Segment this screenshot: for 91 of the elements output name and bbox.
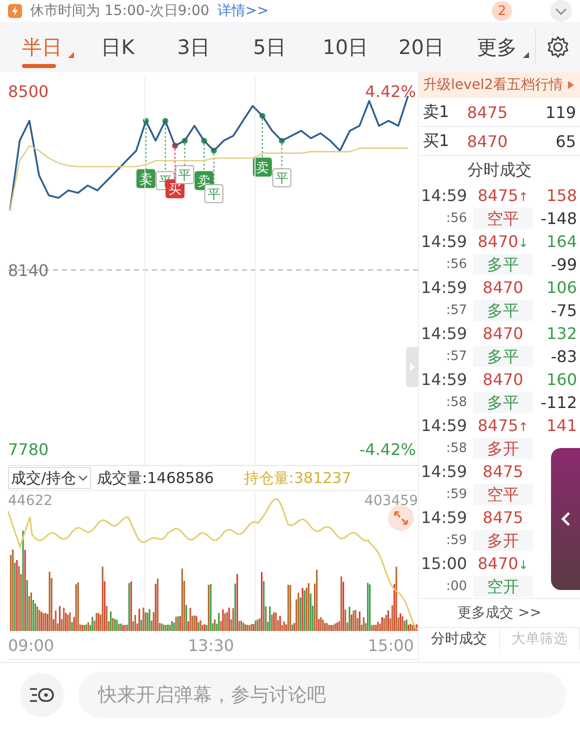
period-tab[interactable]: 日K: [80, 22, 156, 72]
tick-second: :57: [445, 349, 468, 364]
volume-label: 成交量:1468586: [97, 468, 214, 488]
notice-text: 休市时间为 15:00-次日9:00: [30, 4, 210, 18]
danmaku-icon[interactable]: [29, 686, 55, 704]
arrow-icon: ↑: [518, 420, 528, 434]
period-tab[interactable]: 3日: [156, 22, 232, 72]
upgrade-text: 升级level2看五档行情: [423, 76, 564, 94]
order-price: 8470: [467, 132, 509, 150]
trade-type: 多开: [473, 438, 533, 459]
tick-volume: 160: [545, 370, 577, 389]
period-tab[interactable]: 更多: [459, 22, 536, 72]
axis-label: 8500: [8, 82, 49, 101]
axis-label: 8140: [8, 261, 49, 280]
trade-type: 空平: [473, 484, 533, 505]
triangle-right-icon: [568, 81, 574, 89]
period-tab[interactable]: 20日: [383, 22, 460, 72]
expand-icon[interactable]: [388, 505, 414, 531]
tick-price: 8470: [478, 554, 518, 573]
tick-second: :59: [445, 533, 468, 548]
tick-price: 8475: [478, 416, 518, 435]
trade-type: 空开: [473, 576, 533, 597]
tick-volume: 164: [545, 232, 577, 251]
tick-second: :58: [445, 441, 468, 456]
open-interest-label: 持仓量:381237: [244, 468, 352, 488]
tick-second: :57: [445, 303, 468, 318]
tick-change: -83: [550, 347, 577, 366]
tick-change: -75: [550, 301, 577, 320]
tick-price: 8470: [482, 370, 524, 389]
order-size: 65: [556, 132, 576, 150]
trade-type: 多平: [473, 392, 533, 413]
arrow-icon: ↑: [518, 190, 528, 204]
section-title: 分时成交: [466, 159, 532, 181]
time-label: 09:00: [8, 636, 54, 654]
tick-price: 8470: [482, 278, 524, 297]
settings-icon[interactable]: [546, 35, 570, 59]
tick-second: :59: [445, 487, 468, 502]
chart-selector[interactable]: 成交/持仓: [8, 467, 92, 489]
chevron-left-icon: [560, 511, 570, 527]
tick-volume: 158: [545, 186, 577, 205]
tick-change: -148: [540, 209, 577, 228]
tick-change: -112: [540, 393, 577, 412]
tick-volume: 132: [545, 324, 577, 343]
tick-time: 14:59: [421, 186, 468, 205]
tick-time: 14:59: [421, 232, 468, 251]
details-link[interactable]: 详情>>: [217, 4, 269, 18]
tick-volume: 141: [545, 416, 577, 435]
trade-type: 多开: [473, 530, 533, 551]
tick-price: 8470: [482, 324, 524, 343]
tick-time: 14:59: [421, 462, 468, 481]
order-price: 8475: [467, 102, 509, 122]
tick-price: 8475: [478, 186, 518, 205]
tick-second: :56: [445, 257, 468, 272]
period-tab[interactable]: 10日: [307, 22, 384, 72]
tick-change: -99: [550, 255, 577, 274]
triangle-right-icon: [410, 363, 414, 371]
side-drawer-handle[interactable]: [551, 448, 580, 590]
tick-second: :58: [445, 395, 468, 410]
tick-time: 14:59: [421, 324, 468, 343]
tick-second: :00: [445, 579, 468, 594]
tick-price: 8475: [482, 462, 524, 481]
tick-time: 14:59: [421, 508, 468, 527]
order-label: 买1: [423, 130, 450, 152]
period-tab[interactable]: 5日: [232, 22, 308, 72]
trade-type: 多平: [473, 300, 533, 321]
tick-second: :56: [445, 211, 468, 226]
tick-price: 8470: [478, 232, 518, 251]
chevron-down-icon: [78, 475, 88, 481]
percent-label: 4.42%: [365, 82, 416, 101]
tick-time: 15:00: [421, 554, 468, 573]
tick-time: 14:59: [421, 370, 468, 389]
time-label: 13:30: [188, 636, 234, 654]
order-size: 119: [545, 102, 576, 122]
tick-price: 8475: [482, 508, 524, 527]
percent-label: -4.42%: [359, 440, 416, 459]
tick-volume: 106: [545, 278, 577, 297]
count-badge: 2: [492, 1, 512, 21]
trade-type: 多平: [473, 346, 533, 367]
lightning-icon: [8, 4, 22, 18]
trade-type: 多平: [473, 254, 533, 275]
chevron-down-icon[interactable]: [550, 0, 572, 22]
order-label: 卖1: [423, 102, 450, 122]
more-trades-link[interactable]: 更多成交 >>: [419, 598, 580, 627]
axis-label: 7780: [8, 440, 49, 459]
trade-type: 空平: [473, 208, 533, 229]
tick-time: 14:59: [421, 416, 468, 435]
arrow-icon: ↓: [518, 558, 528, 572]
time-label: 15:00: [368, 636, 414, 654]
arrow-icon: ↓: [518, 236, 528, 250]
upgrade-banner[interactable]: 升级level2看五档行情: [419, 72, 580, 98]
tick-time: 14:59: [421, 278, 468, 297]
